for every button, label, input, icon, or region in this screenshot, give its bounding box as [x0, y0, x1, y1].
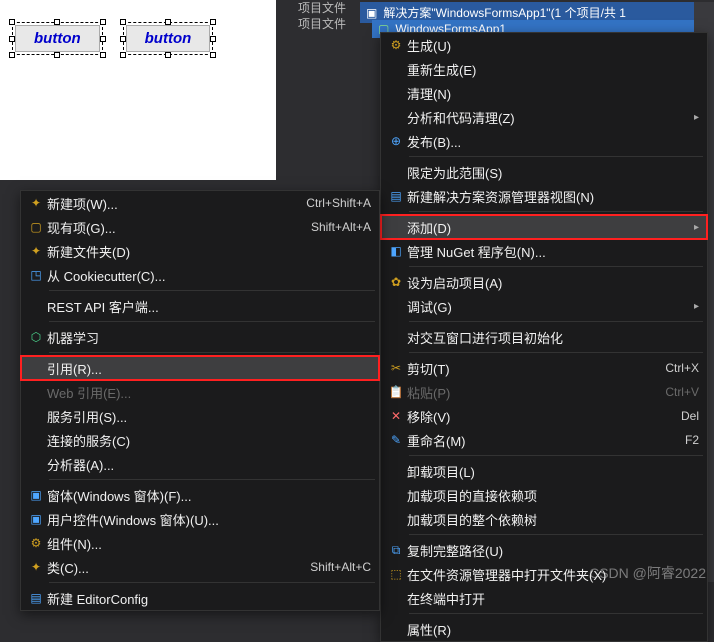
button-text: button — [126, 25, 211, 52]
copy-icon: ⧉ — [385, 543, 407, 558]
divider — [49, 479, 375, 480]
component-icon: ⚙ — [25, 536, 47, 550]
menu-build[interactable]: ⚙生成(U) — [381, 33, 707, 57]
globe-icon: ⊕ — [385, 134, 407, 148]
divider — [49, 321, 375, 322]
divider — [409, 613, 703, 614]
divider — [49, 352, 375, 353]
menu-restapi[interactable]: REST API 客户端... — [21, 294, 379, 318]
menu-unload[interactable]: 卸载项目(L) — [381, 459, 707, 483]
designer-button-1[interactable]: button — [12, 22, 103, 55]
cookie-icon: ◳ — [25, 268, 47, 282]
watermark: CSDN @阿睿2022 — [589, 563, 706, 583]
menu-class[interactable]: ✦类(C)...Shift+Alt+C — [21, 555, 379, 579]
menu-startup[interactable]: ✿设为启动项目(A) — [381, 270, 707, 294]
uc-icon: ▣ — [25, 512, 47, 526]
nuget-icon: ◧ — [385, 244, 407, 258]
menu-clean[interactable]: 清理(N) — [381, 81, 707, 105]
menu-publish[interactable]: ⊕发布(B)... — [381, 129, 707, 153]
form-icon: ▣ — [25, 488, 47, 502]
view-icon: ▤ — [385, 189, 407, 203]
divider — [409, 266, 703, 267]
chevron-right-icon: ▸ — [694, 112, 699, 123]
menu-rename[interactable]: ✎重命名(M)F2 — [381, 428, 707, 452]
menu-init[interactable]: 对交互窗口进行项目初始化 — [381, 325, 707, 349]
rename-icon: ✎ — [385, 433, 407, 447]
divider — [49, 582, 375, 583]
menu-copypath[interactable]: ⧉复制完整路径(U) — [381, 538, 707, 562]
menu-remove[interactable]: ✕移除(V)Del — [381, 404, 707, 428]
menu-nuget[interactable]: ◧管理 NuGet 程序包(N)... — [381, 239, 707, 263]
menu-rebuild[interactable]: 重新生成(E) — [381, 57, 707, 81]
paste-icon: 📋 — [385, 385, 407, 399]
menu-scope[interactable]: 限定为此范围(S) — [381, 160, 707, 184]
ml-icon: ⬡ — [25, 330, 47, 344]
menu-webref[interactable]: Web 引用(E)... — [21, 380, 379, 404]
menu-analyze[interactable]: 分析和代码清理(Z)▸ — [381, 105, 707, 129]
button-text: button — [15, 25, 100, 52]
menu-dep1[interactable]: 加载项目的直接依赖项 — [381, 483, 707, 507]
folder-icon: ✦ — [25, 244, 47, 258]
submenu-add: ✦新建项(W)...Ctrl+Shift+A ▢现有项(G)...Shift+A… — [20, 190, 380, 611]
context-menu-project: ⚙生成(U) 重新生成(E) 清理(N) 分析和代码清理(Z)▸ ⊕发布(B).… — [380, 32, 708, 642]
divider — [409, 352, 703, 353]
existing-icon: ▢ — [25, 220, 47, 234]
divider — [409, 156, 703, 157]
menu-newfolder[interactable]: ✦新建文件夹(D) — [21, 239, 379, 263]
chevron-right-icon: ▸ — [694, 222, 699, 233]
gear-icon: ✿ — [385, 275, 407, 289]
designer-button-2[interactable]: button — [123, 22, 214, 55]
form-designer: button button — [0, 0, 276, 180]
divider — [49, 290, 375, 291]
chevron-right-icon: ▸ — [694, 301, 699, 312]
menu-terminal[interactable]: 在终端中打开 — [381, 586, 707, 610]
menu-existing[interactable]: ▢现有项(G)...Shift+Alt+A — [21, 215, 379, 239]
divider — [409, 321, 703, 322]
delete-icon: ✕ — [385, 409, 407, 423]
menu-newview[interactable]: ▤新建解决方案资源管理器视图(N) — [381, 184, 707, 208]
menu-ml[interactable]: ⬡机器学习 — [21, 325, 379, 349]
menu-connsvc[interactable]: 连接的服务(C) — [21, 428, 379, 452]
menu-dep2[interactable]: 加载项目的整个依赖树 — [381, 507, 707, 531]
build-icon: ⚙ — [385, 38, 407, 52]
menu-paste[interactable]: 📋粘贴(P)Ctrl+V — [381, 380, 707, 404]
divider — [409, 455, 703, 456]
menu-editorconfig[interactable]: ▤新建 EditorConfig — [21, 586, 379, 610]
menu-svcref[interactable]: 服务引用(S)... — [21, 404, 379, 428]
menu-reference[interactable]: 引用(R)... — [21, 356, 379, 380]
solution-icon: ▣ — [366, 6, 377, 20]
folder-icon: ⬚ — [385, 567, 407, 581]
menu-add[interactable]: 添加(D)▸ — [381, 215, 707, 239]
project-file-labels: 项目文件项目文件 — [298, 0, 346, 32]
editorconfig-icon: ▤ — [25, 591, 47, 605]
menu-component[interactable]: ⚙组件(N)... — [21, 531, 379, 555]
solution-text: 解决方案"WindowsFormsApp1"(1 个项目/共 1 — [383, 4, 626, 21]
cut-icon: ✂ — [385, 361, 407, 375]
menu-newitem[interactable]: ✦新建项(W)...Ctrl+Shift+A — [21, 191, 379, 215]
menu-form[interactable]: ▣窗体(Windows 窗体)(F)... — [21, 483, 379, 507]
menu-debug[interactable]: 调试(G)▸ — [381, 294, 707, 318]
divider — [409, 534, 703, 535]
newitem-icon: ✦ — [25, 196, 47, 210]
menu-analyzer[interactable]: 分析器(A)... — [21, 452, 379, 476]
menu-props[interactable]: 属性(R) — [381, 617, 707, 641]
menu-cookiecutter[interactable]: ◳从 Cookiecutter(C)... — [21, 263, 379, 287]
divider — [409, 211, 703, 212]
menu-cut[interactable]: ✂剪切(T)Ctrl+X — [381, 356, 707, 380]
class-icon: ✦ — [25, 560, 47, 574]
menu-usercontrol[interactable]: ▣用户控件(Windows 窗体)(U)... — [21, 507, 379, 531]
